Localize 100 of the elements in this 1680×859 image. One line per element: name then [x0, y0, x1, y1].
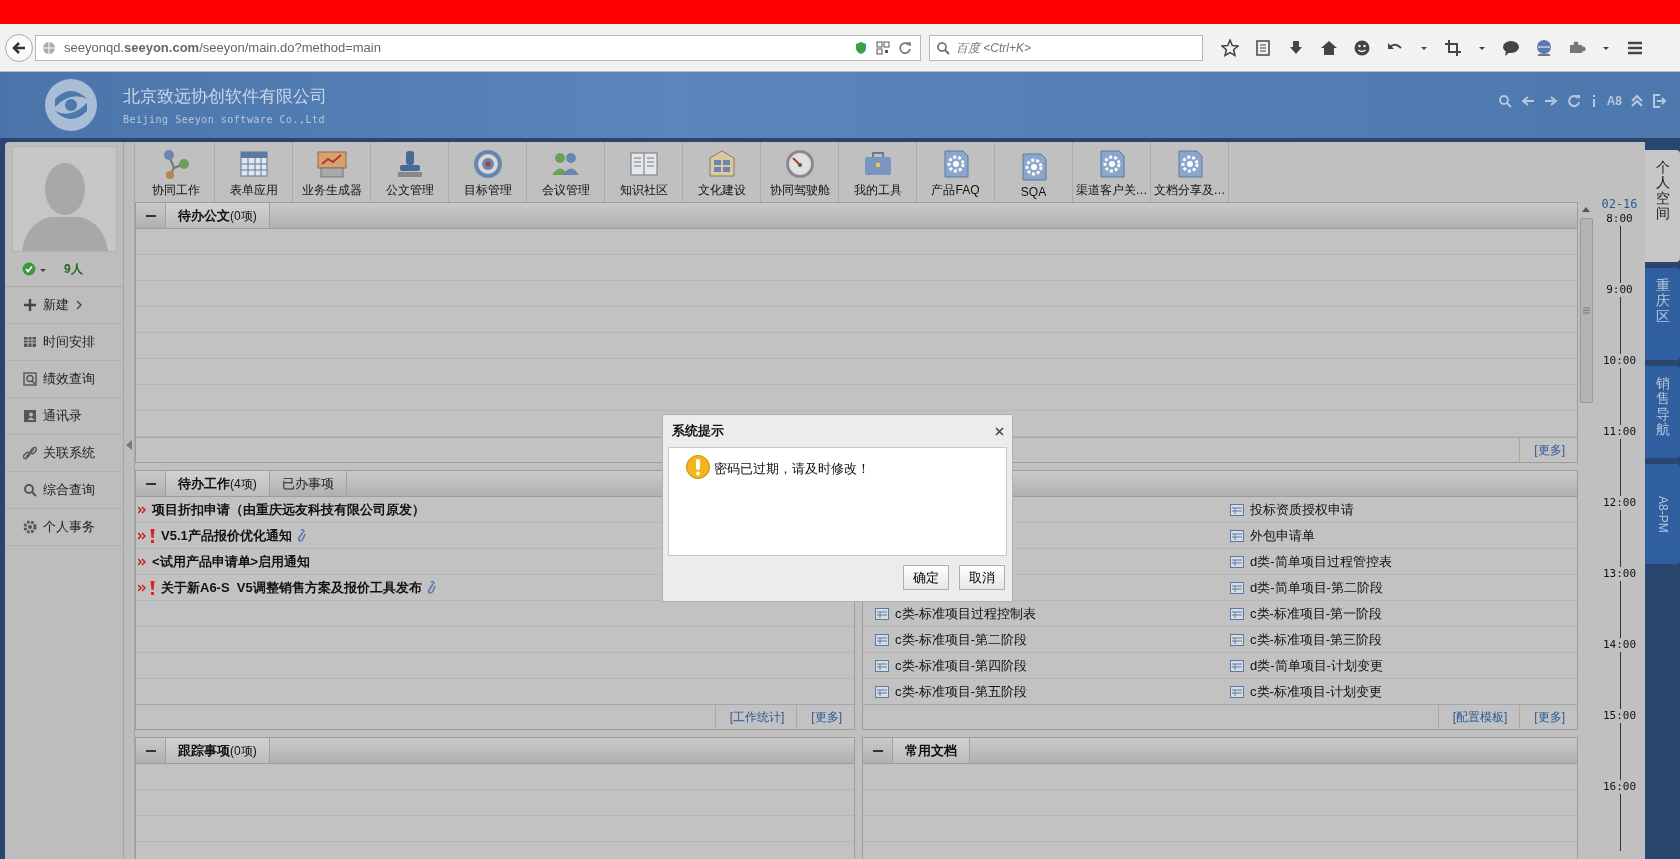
more-link[interactable]: [更多]: [1519, 438, 1577, 462]
hour-label: 13:00: [1602, 567, 1637, 581]
pending-item-link[interactable]: 项目折扣申请（由重庆远友科技有限公司原发）: [152, 500, 425, 519]
panel-tab[interactable]: 常用文档: [893, 738, 970, 763]
star-icon[interactable]: [1221, 38, 1239, 57]
plus-icon: [23, 298, 37, 312]
pending-item-link[interactable]: <试用产品申请单>启用通知: [152, 552, 311, 571]
footer-link[interactable]: [工作统计]: [714, 705, 797, 729]
warning-icon: [686, 455, 710, 479]
app-shortcut[interactable]: 表单应用: [215, 142, 293, 202]
dialog-button[interactable]: 取消: [959, 565, 1005, 590]
form-icon: [875, 607, 889, 620]
smiley-icon[interactable]: [1353, 38, 1371, 57]
gear-icon: [23, 520, 37, 534]
app-shortcut[interactable]: 渠道客户关…: [1073, 142, 1151, 202]
hour-label: 8:00: [1606, 212, 1633, 226]
form-icon: [875, 659, 889, 672]
link-icon: [23, 446, 37, 460]
hour-label: 14:00: [1602, 638, 1637, 652]
grip-icon: [1582, 307, 1590, 314]
scrollbar[interactable]: [1578, 142, 1594, 859]
form-icon: [875, 685, 889, 698]
logout-icon[interactable]: [1652, 94, 1666, 108]
form-icon: [1230, 503, 1244, 516]
footer-link[interactable]: [更多]: [796, 705, 854, 729]
dialog-button[interactable]: 确定: [903, 565, 949, 590]
double-chevron-up-icon[interactable]: [1631, 94, 1643, 108]
address-bar[interactable]: seeyonqd.seeyon.com/seeyon/main.do?method=main: [35, 34, 921, 61]
footer-link[interactable]: [更多]: [1519, 705, 1577, 729]
reader-icon[interactable]: [1254, 38, 1272, 57]
template-link[interactable]: c类-标准项目过程控制表: [895, 604, 1036, 623]
panel-tab[interactable]: 待办公文(0项): [166, 203, 270, 228]
panel-tab[interactable]: 跟踪事项(0项): [166, 738, 270, 763]
side-tab[interactable]: 重庆区: [1645, 268, 1680, 360]
minus-icon: [145, 482, 156, 485]
refresh-icon[interactable]: [1566, 94, 1581, 108]
form-icon: [1230, 529, 1244, 542]
template-link[interactable]: c类-标准项目-第一阶段: [1250, 604, 1383, 623]
table-icon: [237, 148, 270, 180]
sidebar-item[interactable]: 关联系统: [5, 435, 123, 472]
chart-icon: [315, 148, 348, 180]
sidebar-item[interactable]: 个人事务: [5, 509, 123, 546]
pending-item-link[interactable]: V5.1产品报价优化通知: [161, 526, 292, 545]
reload-icon[interactable]: [898, 40, 912, 55]
dialog-title: 系统提示: [672, 422, 724, 440]
template-link[interactable]: 投标资质授权申请: [1250, 500, 1354, 519]
app-shortcut[interactable]: 产品FAQ: [917, 142, 995, 202]
form-icon: [1230, 685, 1244, 698]
sidebar-item[interactable]: 绩效查询: [5, 361, 123, 398]
template-link[interactable]: c类-标准项目-第二阶段: [895, 630, 1028, 649]
speech-bubble-icon[interactable]: [1502, 38, 1520, 57]
sidebar-item[interactable]: 时间安排: [5, 324, 123, 361]
timeline-date: 02-16: [1601, 197, 1638, 211]
template-link[interactable]: c类-标准项目-第三阶段: [1250, 630, 1383, 649]
side-tab[interactable]: A8-PM: [1645, 464, 1680, 564]
arrow-right-icon[interactable]: [1543, 94, 1558, 108]
search-icon[interactable]: [1497, 94, 1512, 108]
home-icon[interactable]: [1320, 38, 1338, 57]
side-tab[interactable]: 销售导航: [1645, 366, 1680, 458]
contact-card-icon: [23, 409, 37, 423]
arrow-left-icon[interactable]: [1520, 94, 1535, 108]
template-link[interactable]: c类-标准项目-第五阶段: [895, 682, 1028, 701]
template-link[interactable]: c类-标准项目-计划变更: [1250, 682, 1383, 701]
online-count[interactable]: 9人: [64, 260, 83, 278]
app-shortcut[interactable]: 业务生成器: [293, 142, 371, 202]
back-button[interactable]: [5, 33, 33, 62]
template-link[interactable]: c类-标准项目-第四阶段: [895, 656, 1028, 675]
app-shortcut[interactable]: 知识社区: [605, 142, 683, 202]
sidebar-item[interactable]: 新建: [5, 287, 123, 324]
minus-icon: [145, 749, 156, 752]
hour-label: 9:00: [1606, 283, 1633, 297]
panel-tab[interactable]: 已办事项: [269, 471, 347, 496]
side-tab[interactable]: 个人空间: [1645, 150, 1680, 262]
footer-link[interactable]: [配置模板]: [1437, 705, 1520, 729]
minus-icon: [872, 749, 883, 752]
form-icon: [1230, 633, 1244, 646]
company-name: 北京致远协创软件有限公司: [123, 85, 327, 108]
company-subtitle: Beijing Seeyon software Co.,Ltd: [123, 114, 327, 125]
search-field[interactable]: 百度 <Ctrl+K>: [929, 34, 1203, 61]
sidebar-item[interactable]: 综合查询: [5, 472, 123, 509]
app-shortcut[interactable]: 文档分享及…: [1151, 142, 1229, 202]
qr-code-icon[interactable]: [876, 40, 890, 55]
scroll-up-icon[interactable]: [1582, 206, 1590, 212]
online-check-icon[interactable]: [22, 262, 36, 276]
template-link[interactable]: 外包申请单: [1250, 526, 1315, 545]
pending-item-link[interactable]: 关于新A6-S V5调整销售方案及报价工具发布: [161, 578, 422, 597]
chevron-right-icon: [75, 299, 83, 311]
panel-tab[interactable]: 待办工作(4项): [166, 471, 270, 496]
scroll-thumb[interactable]: [1579, 218, 1593, 403]
form-icon: [875, 633, 889, 646]
double-chevron-icon: [138, 505, 146, 514]
template-link[interactable]: d类-简单项目-计划变更: [1250, 656, 1383, 675]
crop-icon[interactable]: [1444, 38, 1462, 57]
template-link[interactable]: d类-简单项目过程管控表: [1250, 552, 1392, 571]
template-link[interactable]: d类-简单项目-第二阶段: [1250, 578, 1383, 597]
app-shortcut[interactable]: SQA: [995, 142, 1073, 202]
close-icon[interactable]: [995, 426, 1004, 436]
minus-icon: [145, 214, 156, 217]
hour-label: 15:00: [1602, 709, 1637, 723]
sidebar-item[interactable]: 通讯录: [5, 398, 123, 435]
